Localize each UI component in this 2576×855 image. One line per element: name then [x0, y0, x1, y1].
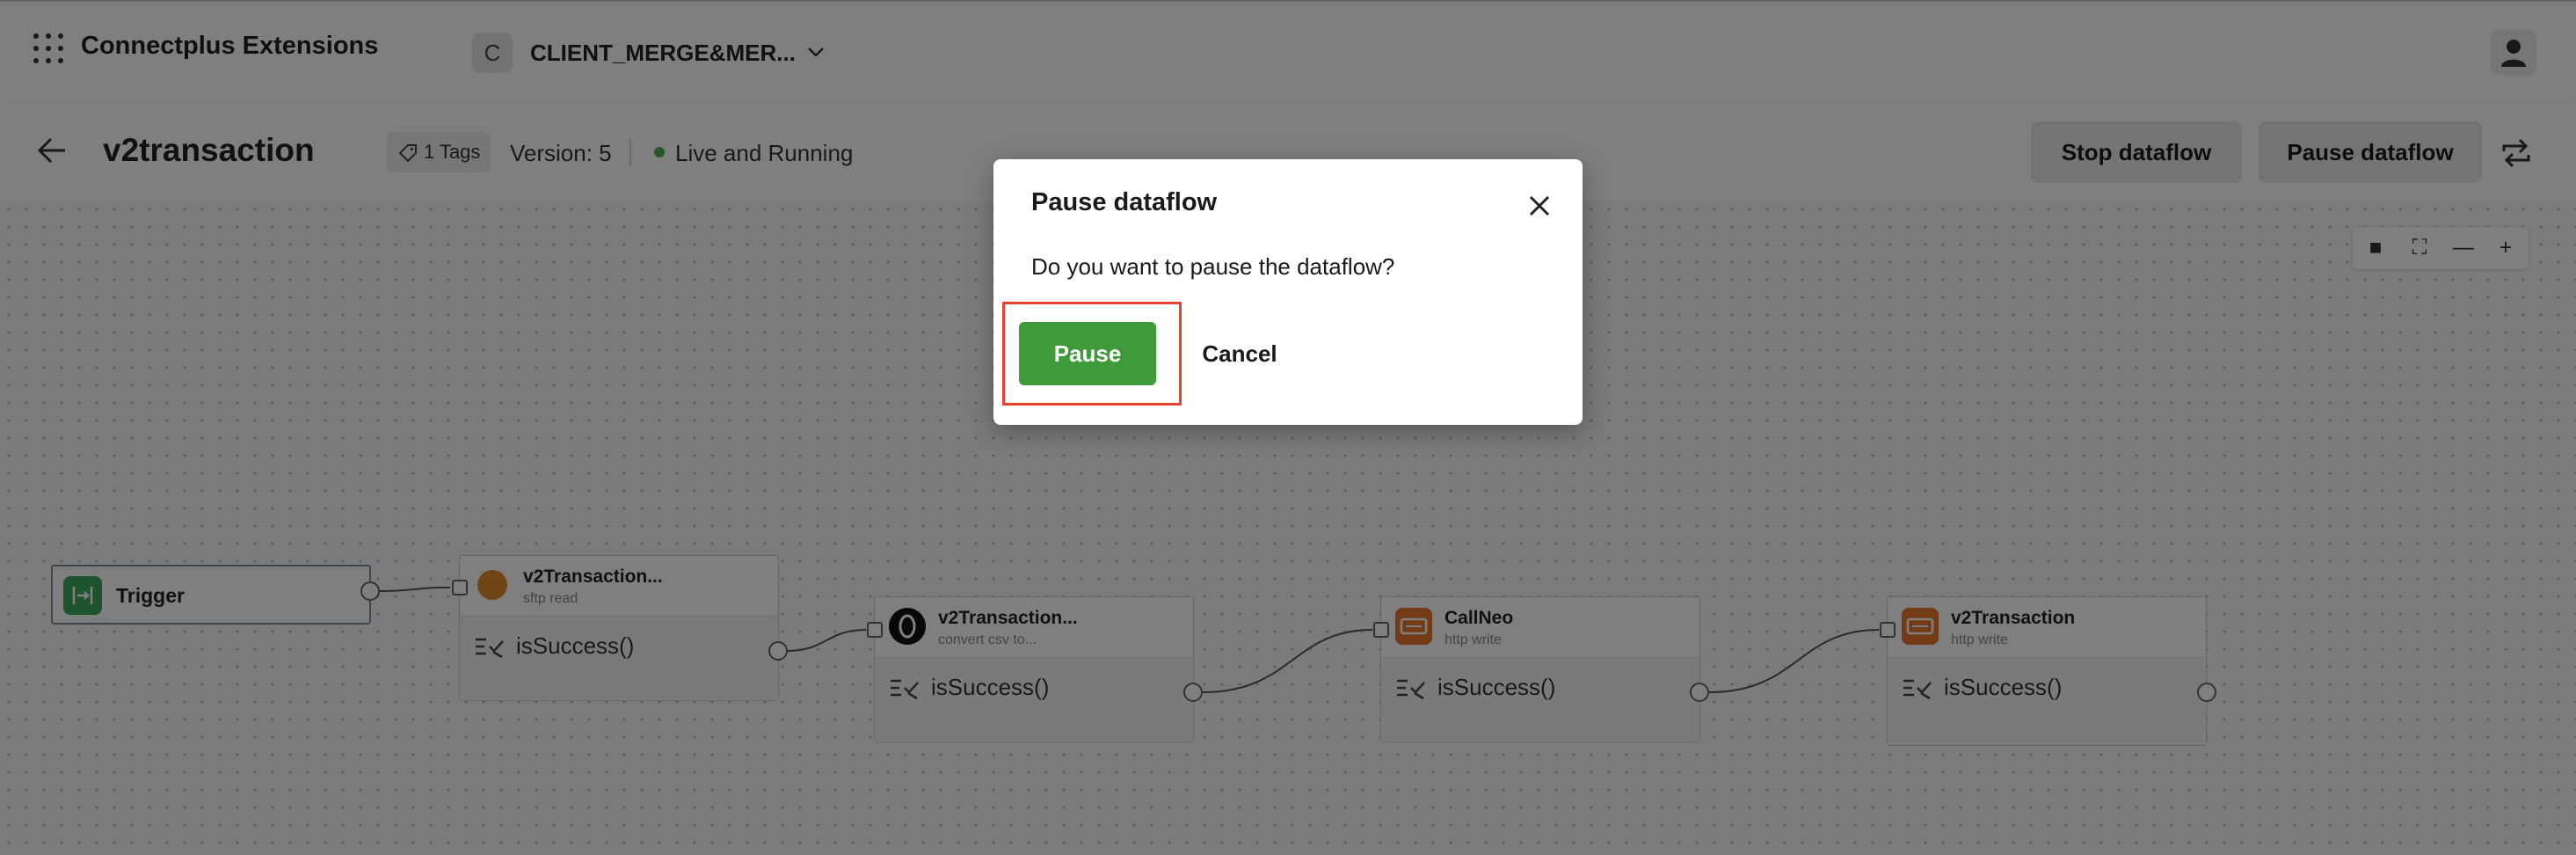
dialog-title: Pause dataflow: [1031, 188, 1218, 216]
close-icon[interactable]: [1524, 191, 1554, 221]
pause-dataflow-dialog: Pause dataflow Do you want to pause the …: [993, 159, 1583, 425]
cancel-button[interactable]: Cancel: [1187, 322, 1292, 385]
dialog-message: Do you want to pause the dataflow?: [1031, 253, 1395, 280]
confirm-pause-button[interactable]: Pause: [1019, 322, 1156, 385]
modal-backdrop[interactable]: [0, 0, 2576, 855]
